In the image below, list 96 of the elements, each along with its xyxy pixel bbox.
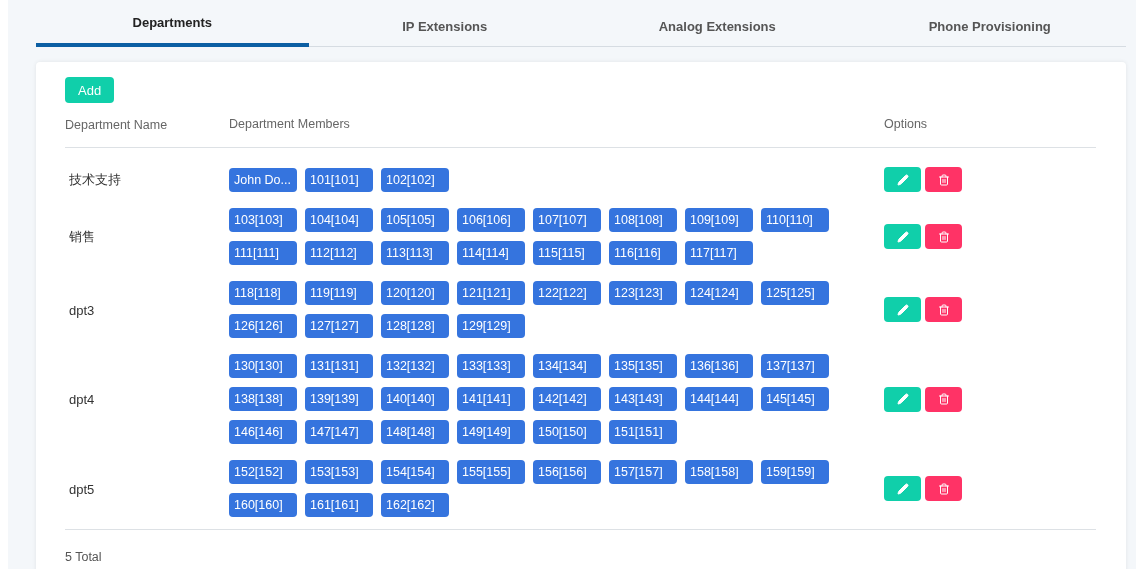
member-tag: 158[158] <box>685 460 753 484</box>
member-tag: 143[143] <box>609 387 677 411</box>
member-tag: 153[153] <box>305 460 373 484</box>
member-tag: 114[114] <box>457 241 525 265</box>
member-tag: 132[132] <box>381 354 449 378</box>
column-header: Options <box>884 117 928 131</box>
member-tag: 159[159] <box>761 460 829 484</box>
member-tag: 145[145] <box>761 387 829 411</box>
department-name: dpt5 <box>68 481 95 497</box>
edit-button[interactable] <box>884 167 921 192</box>
member-tag: 126[126] <box>229 314 297 338</box>
pencil-icon <box>896 303 909 316</box>
trash-icon <box>937 173 950 186</box>
department-name: dpt3 <box>68 302 95 318</box>
member-tag: 134[134] <box>533 354 601 378</box>
member-tag: 133[133] <box>457 354 525 378</box>
delete-button[interactable] <box>925 167 962 192</box>
member-tag: 101[101] <box>305 167 373 192</box>
pencil-icon <box>896 482 909 495</box>
member-tag: 139[139] <box>305 387 373 411</box>
member-tag: 105[105] <box>381 208 449 232</box>
member-tag: 124[124] <box>685 281 753 305</box>
member-tag: 128[128] <box>381 314 449 338</box>
member-tag: 102[102] <box>381 167 449 192</box>
trash-icon <box>937 230 950 243</box>
member-tag: 103[103] <box>229 208 297 232</box>
member-tag: 120[120] <box>381 281 449 305</box>
member-tag: 111[111] <box>229 241 297 265</box>
member-tag: 106[106] <box>457 208 525 232</box>
member-tag: 146[146] <box>229 420 297 444</box>
member-tag: 110[110] <box>761 208 829 232</box>
member-tag: 150[150] <box>533 420 601 444</box>
pencil-icon <box>896 230 909 243</box>
member-tag: 138[138] <box>229 387 297 411</box>
member-tag: 109[109] <box>685 208 753 232</box>
pencil-icon <box>896 173 909 186</box>
member-tag: 130[130] <box>229 354 297 378</box>
member-tag: 161[161] <box>305 493 373 517</box>
member-tag: 129[129] <box>457 314 525 338</box>
edit-button[interactable] <box>884 297 921 322</box>
department-name: dpt4 <box>68 392 95 407</box>
tab[interactable]: IP Extensions <box>308 10 581 47</box>
edit-button[interactable] <box>884 224 921 249</box>
delete-button[interactable] <box>925 386 962 412</box>
member-tag: 156[156] <box>533 460 601 484</box>
member-tag: 123[123] <box>609 281 677 305</box>
pencil-icon <box>896 393 909 405</box>
delete-button[interactable] <box>925 476 962 501</box>
tab[interactable]: Departments <box>36 10 309 47</box>
department-name: 技术支持 <box>68 172 121 187</box>
member-tag: 125[125] <box>761 281 829 305</box>
tab[interactable]: Analog Extensions <box>581 10 854 47</box>
member-tag: 152[152] <box>229 460 297 484</box>
member-tag: 122[122] <box>533 281 601 305</box>
member-tag: 104[104] <box>305 208 373 232</box>
member-tag: 136[136] <box>685 354 753 378</box>
member-tag: 112[112] <box>305 241 373 265</box>
trash-icon <box>937 303 950 316</box>
tab[interactable]: Phone Provisioning <box>853 10 1126 47</box>
member-tag: 135[135] <box>609 354 677 378</box>
member-tag: 141[141] <box>457 387 525 411</box>
member-tag: 144[144] <box>685 387 753 411</box>
member-tag: 115[115] <box>533 241 601 265</box>
member-tag: 154[154] <box>381 460 449 484</box>
member-tag: 140[140] <box>381 387 449 411</box>
member-tag: 107[107] <box>533 208 601 232</box>
column-header: Department Name <box>65 118 168 132</box>
column-header: Department Members <box>229 117 350 131</box>
trash-icon <box>937 393 950 405</box>
member-tag: 148[148] <box>381 420 449 444</box>
member-tag: 118[118] <box>229 281 297 305</box>
delete-button[interactable] <box>925 297 962 322</box>
member-tag: 137[137] <box>761 354 829 378</box>
member-tag: 108[108] <box>609 208 677 232</box>
member-tag: 160[160] <box>229 493 297 517</box>
member-tag: 162[162] <box>381 493 449 517</box>
member-tag: 116[116] <box>609 241 677 265</box>
member-tag: 157[157] <box>609 460 677 484</box>
member-tag: 121[121] <box>457 281 525 305</box>
member-tag: 131[131] <box>305 354 373 378</box>
total-count: 5 Total <box>65 550 102 564</box>
member-tag: 151[151] <box>609 420 677 444</box>
member-tag: 155[155] <box>457 460 525 484</box>
member-tag: John Do... <box>229 167 297 192</box>
member-tag: 127[127] <box>305 314 373 338</box>
member-tag: 149[149] <box>457 420 525 444</box>
member-tag: 117[117] <box>685 241 753 265</box>
trash-icon <box>937 482 950 495</box>
member-tag: 147[147] <box>305 420 373 444</box>
edit-button[interactable] <box>884 386 921 412</box>
member-tag: 119[119] <box>305 281 373 305</box>
department-name: 销售 <box>68 229 95 244</box>
member-tag: 142[142] <box>533 387 601 411</box>
delete-button[interactable] <box>925 224 962 249</box>
edit-button[interactable] <box>884 476 921 501</box>
member-tag: 113[113] <box>381 241 449 265</box>
